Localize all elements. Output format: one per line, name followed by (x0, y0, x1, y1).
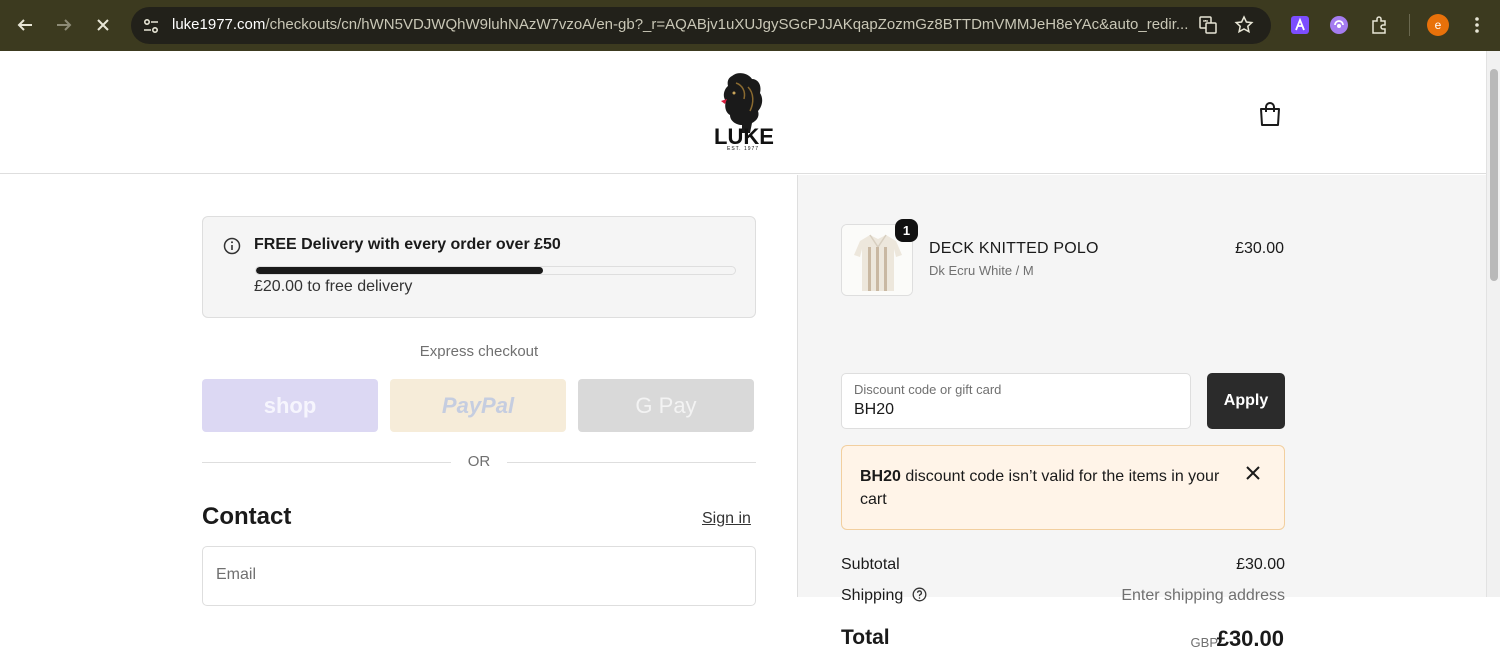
address-bar[interactable]: luke1977.com/checkouts/cn/hWN5VDJWQhW9lu… (131, 7, 1271, 44)
site-header: LUKE EST. 1977 (0, 51, 1486, 174)
express-checkout-label: Express checkout (419, 343, 539, 360)
toolbar-divider (1409, 14, 1410, 36)
progress-fill (256, 267, 544, 274)
or-divider: OR (202, 451, 756, 473)
close-icon (1246, 466, 1260, 480)
stop-loading-button[interactable] (91, 13, 115, 37)
profile-initial: e (1427, 14, 1449, 36)
discount-field-value: BH20 (854, 401, 895, 418)
paypal-label: PayPal (441, 392, 515, 418)
discount-code-field[interactable]: Discount code or gift card BH20 (841, 373, 1191, 429)
quantity-badge: 1 (895, 219, 918, 242)
url-host: luke1977.com (172, 16, 266, 33)
order-summary: 1 DECK KNITTED POLO Dk Ecru White / M £3… (797, 175, 1486, 651)
bookmark-star-icon[interactable] (1234, 15, 1254, 40)
forward-arrow-icon (57, 19, 72, 31)
url-path: /checkouts/cn/hWN5VDJWQhW9luhNAzW7vzoA/e… (265, 16, 1189, 33)
sign-in-link[interactable]: Sign in (702, 510, 751, 528)
info-icon (223, 237, 241, 260)
subtotal-row: Subtotal £30.00 (841, 556, 1285, 574)
subtotal-value: £30.00 (1236, 556, 1285, 573)
shop-pay-label: shop (263, 392, 317, 418)
free-delivery-remaining: £20.00 to free delivery (254, 278, 413, 295)
cart-button[interactable] (1258, 101, 1282, 132)
site-info-icon[interactable] (141, 16, 161, 41)
paypal-button[interactable]: PayPal (390, 379, 566, 432)
url-text: luke1977.com/checkouts/cn/hWN5VDJWQhW9lu… (172, 16, 1192, 33)
discount-error-text: discount code isn’t valid for the items … (860, 468, 1220, 508)
product-price: £30.00 (1235, 240, 1284, 257)
free-delivery-banner: FREE Delivery with every order over £50 … (202, 216, 756, 318)
close-icon (97, 19, 109, 31)
apply-discount-button[interactable]: Apply (1207, 373, 1285, 429)
shipping-value: Enter shipping address (1121, 587, 1285, 604)
brand-established: EST. 1977 (727, 146, 760, 152)
shipping-label: Shipping (841, 587, 904, 604)
checkout-main: FREE Delivery with every order over £50 … (0, 175, 797, 606)
back-button[interactable] (13, 13, 37, 37)
forward-button[interactable] (52, 13, 76, 37)
subtotal-label: Subtotal (841, 556, 900, 573)
product-name: DECK KNITTED POLO (929, 240, 1099, 257)
discount-error-message: BH20 discount code isn’t valid for the i… (860, 465, 1230, 511)
google-pay-label: G Pay (635, 392, 697, 418)
free-delivery-progress (255, 266, 736, 275)
discount-error-alert: BH20 discount code isn’t valid for the i… (841, 445, 1285, 530)
shopping-bag-icon (1260, 102, 1280, 126)
total-value: £30.00 (1216, 626, 1284, 651)
translate-icon[interactable] (1198, 15, 1218, 40)
contact-heading: Contact (202, 503, 292, 530)
email-field[interactable]: Email (202, 546, 756, 606)
checkout-page: LUKE EST. 1977 FREE Delivery with every … (0, 51, 1486, 651)
shipping-row: Shipping Enter shipping address (841, 587, 1285, 607)
invalid-code: BH20 (860, 468, 901, 485)
dismiss-alert-button[interactable] (1246, 466, 1260, 485)
free-delivery-title: FREE Delivery with every order over £50 (254, 236, 561, 253)
shop-pay-button[interactable]: shop (202, 379, 378, 432)
email-placeholder: Email (216, 566, 257, 583)
google-pay-button[interactable]: G Pay (578, 379, 754, 432)
profile-avatar[interactable]: e (1427, 14, 1449, 36)
divider-line-right (507, 462, 756, 463)
product-variant: Dk Ecru White / M (929, 263, 1034, 278)
extensions-puzzle-icon[interactable] (1368, 14, 1390, 36)
browser-toolbar: luke1977.com/checkouts/cn/hWN5VDJWQhW9lu… (0, 0, 1500, 51)
extension-a-icon[interactable] (1289, 14, 1311, 36)
extension-compass-icon[interactable] (1328, 14, 1350, 36)
page-scrollbar[interactable] (1486, 51, 1500, 597)
browser-menu-icon[interactable] (1466, 14, 1488, 36)
help-icon[interactable] (912, 587, 927, 607)
total-currency: GBP (1190, 635, 1218, 650)
total-label: Total (841, 626, 890, 649)
scrollbar-thumb[interactable] (1490, 69, 1498, 281)
discount-field-label: Discount code or gift card (854, 382, 1002, 397)
back-arrow-icon (17, 19, 32, 31)
